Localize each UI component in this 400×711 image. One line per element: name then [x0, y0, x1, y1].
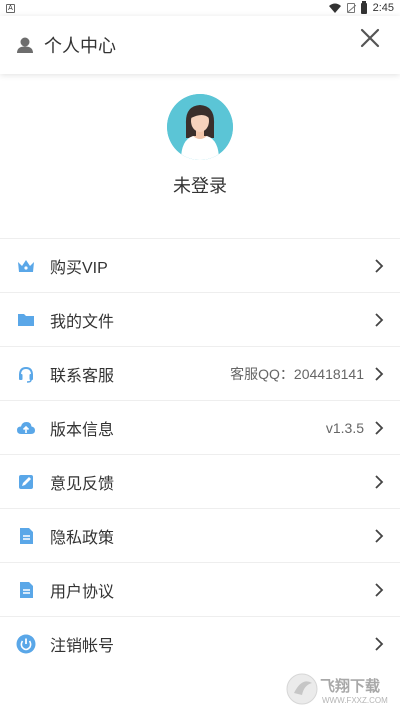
battery-icon	[360, 0, 367, 14]
menu-item-label: 注销帐号	[50, 637, 115, 655]
menu-item-label: 我的文件	[50, 313, 115, 331]
close-icon[interactable]	[358, 26, 382, 50]
menu-item-delete-account[interactable]: 注销帐号	[0, 616, 400, 670]
menu-item-label: 意见反馈	[50, 475, 115, 493]
chevron-right-icon	[375, 366, 384, 381]
notification-icon: A	[6, 3, 15, 13]
chevron-right-icon	[375, 528, 384, 543]
login-status[interactable]: 未登录	[0, 172, 400, 198]
menu-item-privacy-policy[interactable]: 隐私政策	[0, 508, 400, 562]
profile-section: 未登录	[0, 94, 400, 198]
chevron-right-icon	[375, 582, 384, 597]
headset-icon	[16, 364, 36, 384]
chevron-right-icon	[375, 636, 384, 651]
svg-text:飞翔下载: 飞翔下载	[320, 677, 380, 695]
no-sim-icon	[346, 3, 355, 13]
menu-item-value: 客服QQ：204418141	[230, 365, 364, 382]
menu-item-label: 联系客服	[50, 367, 115, 385]
menu-item-label: 购买VIP	[50, 259, 108, 277]
svg-text:WWW.FXXZ.COM: WWW.FXXZ.COM	[322, 696, 388, 705]
menu-item-label: 隐私政策	[50, 529, 115, 547]
menu-item-contact-support[interactable]: 联系客服 客服QQ：204418141	[0, 346, 400, 400]
status-icons: 2:45	[328, 0, 394, 14]
cloud-upload-icon	[16, 418, 36, 438]
chevron-right-icon	[375, 420, 384, 435]
menu-item-buy-vip[interactable]: 购买VIP	[0, 238, 400, 292]
clock: 2:45	[372, 2, 394, 14]
menu-item-feedback[interactable]: 意见反馈	[0, 454, 400, 508]
menu-item-my-files[interactable]: 我的文件	[0, 292, 400, 346]
menu-item-value: v1.3.5	[325, 419, 364, 436]
crown-icon	[16, 256, 36, 276]
menu-item-user-agreement[interactable]: 用户协议	[0, 562, 400, 616]
power-icon	[16, 634, 36, 654]
document-icon	[16, 580, 36, 600]
menu-item-label: 用户协议	[50, 583, 115, 601]
edit-icon	[16, 472, 36, 492]
document-icon	[16, 526, 36, 546]
avatar[interactable]	[167, 94, 233, 160]
status-bar: A 2:45	[0, 0, 400, 16]
site-watermark-logo: 飞翔下载 WWW.FXXZ.COM	[284, 671, 394, 707]
settings-menu: 购买VIP 我的文件 联系客服 客服QQ：204418141 版本信息 v1.3…	[0, 238, 400, 670]
person-icon	[17, 37, 33, 53]
page-title: 个人中心	[44, 36, 116, 56]
folder-icon	[16, 310, 36, 330]
chevron-right-icon	[375, 312, 384, 327]
chevron-right-icon	[375, 258, 384, 273]
chevron-right-icon	[375, 474, 384, 489]
wifi-icon	[328, 3, 341, 13]
header-bar: 个人中心	[0, 16, 400, 74]
menu-item-label: 版本信息	[50, 421, 115, 439]
menu-item-version-info[interactable]: 版本信息 v1.3.5	[0, 400, 400, 454]
